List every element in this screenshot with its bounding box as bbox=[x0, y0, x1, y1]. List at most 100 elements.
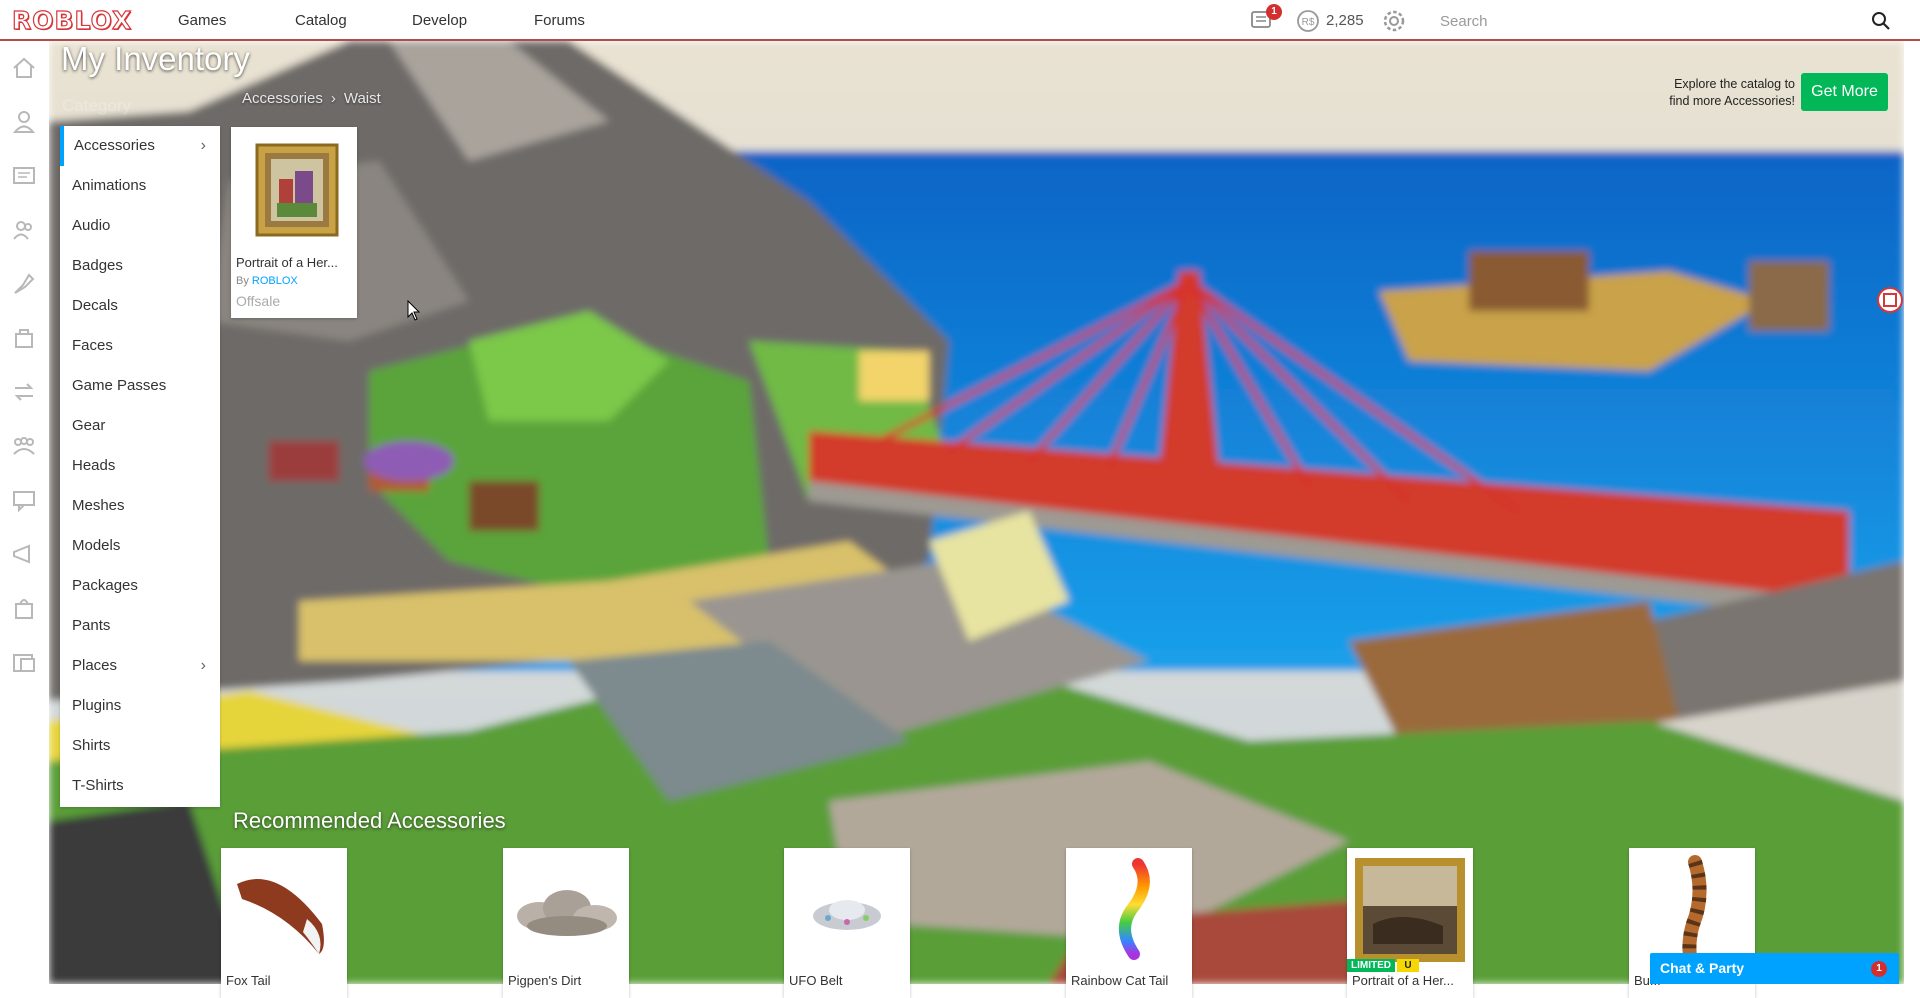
shop-icon[interactable] bbox=[11, 595, 37, 621]
notifications-badge: 1 bbox=[1266, 4, 1282, 20]
gift-cards-icon[interactable] bbox=[11, 649, 37, 675]
limited-unique-badge: U bbox=[1397, 959, 1419, 972]
page-title: My Inventory bbox=[61, 40, 250, 77]
explore-line-2: find more Accessories! bbox=[1669, 94, 1795, 108]
friends-icon[interactable] bbox=[11, 217, 37, 243]
fox-tail-thumbnail[interactable] bbox=[227, 854, 341, 966]
category-gear[interactable]: Gear bbox=[60, 406, 220, 446]
home-icon[interactable] bbox=[11, 55, 37, 81]
robux-icon[interactable]: R$ bbox=[1296, 9, 1320, 33]
recommended-item[interactable]: UFO Belt bbox=[784, 848, 910, 998]
category-animations[interactable]: Animations bbox=[60, 166, 220, 206]
blog-icon[interactable] bbox=[11, 541, 37, 567]
recommended-item[interactable]: LIMITED U Portrait of a Her... bbox=[1347, 848, 1473, 998]
breadcrumb: Accessories › Waist bbox=[242, 90, 381, 107]
category-accessories[interactable]: Accessories › bbox=[60, 126, 220, 166]
top-navigation-bar: ROBLOX Games Catalog Develop Forums 1 R$… bbox=[0, 0, 1920, 41]
item-price: Offsale bbox=[236, 293, 281, 309]
item-thumbnail[interactable] bbox=[237, 133, 351, 247]
category-faces[interactable]: Faces bbox=[60, 326, 220, 366]
category-t-shirts[interactable]: T-Shirts bbox=[60, 766, 220, 806]
robux-balance[interactable]: 2,285 bbox=[1326, 0, 1364, 41]
item-creator-link[interactable]: ROBLOX bbox=[252, 275, 298, 287]
inventory-item-card[interactable]: Portrait of a Her... By ROBLOX Offsale bbox=[231, 127, 357, 318]
nav-forums[interactable]: Forums bbox=[534, 0, 585, 41]
right-gutter bbox=[1904, 41, 1920, 984]
category-label: Faces bbox=[72, 337, 113, 354]
recommended-title: Recommended Accessories bbox=[233, 808, 506, 833]
explore-line-1: Explore the catalog to bbox=[1674, 77, 1795, 91]
get-more-button[interactable]: Get More bbox=[1801, 73, 1888, 111]
category-shirts[interactable]: Shirts bbox=[60, 726, 220, 766]
nav-develop[interactable]: Develop bbox=[412, 0, 467, 41]
category-label: T-Shirts bbox=[72, 777, 124, 794]
item-creator-line: By ROBLOX bbox=[236, 275, 298, 287]
category-label: Shirts bbox=[72, 737, 111, 754]
category-label: Models bbox=[72, 537, 121, 554]
ufo-thumbnail[interactable] bbox=[790, 854, 904, 966]
category-label: Decals bbox=[72, 297, 118, 314]
chevron-right-icon: › bbox=[200, 137, 206, 154]
search-box bbox=[1428, 2, 1908, 39]
by-label: By bbox=[236, 275, 249, 287]
category-label: Game Passes bbox=[72, 377, 167, 394]
category-label: Meshes bbox=[72, 497, 125, 514]
category-plugins[interactable]: Plugins bbox=[60, 686, 220, 726]
category-decals[interactable]: Decals bbox=[60, 286, 220, 326]
explore-catalog-text: Explore the catalog to find more Accessor… bbox=[1650, 76, 1795, 110]
category-audio[interactable]: Audio bbox=[60, 206, 220, 246]
chat-unread-badge: 1 bbox=[1871, 961, 1887, 977]
roblox-logo[interactable]: ROBLOX bbox=[11, 5, 132, 35]
recommended-item-name[interactable]: Fox Tail bbox=[226, 973, 342, 988]
category-places[interactable]: Places › bbox=[60, 646, 220, 686]
recommended-item[interactable]: Rainbow Cat Tail bbox=[1066, 848, 1192, 998]
category-label: Category bbox=[62, 96, 131, 115]
category-menu: Accessories › Animations Audio Badges Dec… bbox=[60, 126, 220, 807]
rainbow-tail-thumbnail[interactable] bbox=[1072, 854, 1186, 966]
category-label: Pants bbox=[72, 617, 111, 634]
category-badges[interactable]: Badges bbox=[60, 246, 220, 286]
limited-badge: LIMITED bbox=[1347, 959, 1395, 972]
category-label: Places bbox=[72, 657, 118, 674]
profile-icon[interactable] bbox=[11, 109, 37, 135]
recommended-item-name[interactable]: Rainbow Cat Tail bbox=[1071, 973, 1187, 988]
nav-games[interactable]: Games bbox=[178, 0, 226, 41]
groups-icon[interactable] bbox=[11, 433, 37, 459]
category-meshes[interactable]: Meshes bbox=[60, 486, 220, 526]
chevron-right-icon: › bbox=[200, 657, 206, 674]
painting-thumbnail[interactable] bbox=[1353, 854, 1467, 966]
category-label: Badges bbox=[72, 257, 123, 274]
chat-party-bar[interactable]: Chat & Party 1 bbox=[1650, 953, 1899, 984]
trade-icon[interactable] bbox=[11, 379, 37, 405]
recommended-item[interactable]: Fox Tail bbox=[221, 848, 347, 998]
avatar-icon[interactable] bbox=[11, 271, 37, 297]
recommended-item[interactable]: Pigpen's Dirt bbox=[503, 848, 629, 998]
svg-text:R$: R$ bbox=[1302, 17, 1315, 28]
mouse-cursor-icon bbox=[407, 299, 421, 322]
dirt-cloud-thumbnail[interactable] bbox=[509, 854, 623, 966]
category-heads[interactable]: Heads bbox=[60, 446, 220, 486]
breadcrumb-waist: Waist bbox=[343, 90, 381, 107]
page-feedback-icon[interactable] bbox=[1876, 286, 1904, 314]
forum-icon[interactable] bbox=[11, 487, 37, 513]
chat-party-label: Chat & Party bbox=[1660, 960, 1745, 976]
striped-tail-thumbnail[interactable] bbox=[1635, 854, 1749, 971]
category-label: Gear bbox=[72, 417, 106, 434]
category-game-passes[interactable]: Game Passes bbox=[60, 366, 220, 406]
search-icon[interactable] bbox=[1870, 10, 1892, 32]
category-pants[interactable]: Pants bbox=[60, 606, 220, 646]
breadcrumb-accessories[interactable]: Accessories bbox=[242, 90, 323, 107]
category-label: Heads bbox=[72, 457, 116, 474]
category-packages[interactable]: Packages bbox=[60, 566, 220, 606]
item-name[interactable]: Portrait of a Her... bbox=[236, 255, 352, 270]
category-models[interactable]: Models bbox=[60, 526, 220, 566]
nav-catalog[interactable]: Catalog bbox=[295, 0, 347, 41]
category-label: Animations bbox=[72, 177, 147, 194]
messages-icon[interactable] bbox=[11, 163, 37, 189]
inventory-icon[interactable] bbox=[11, 325, 37, 351]
search-input[interactable] bbox=[1438, 10, 1842, 32]
settings-gear-icon[interactable] bbox=[1382, 9, 1406, 33]
recommended-item-name[interactable]: Portrait of a Her... bbox=[1352, 973, 1468, 988]
recommended-item-name[interactable]: Pigpen's Dirt bbox=[508, 973, 624, 988]
recommended-item-name[interactable]: UFO Belt bbox=[789, 973, 905, 988]
